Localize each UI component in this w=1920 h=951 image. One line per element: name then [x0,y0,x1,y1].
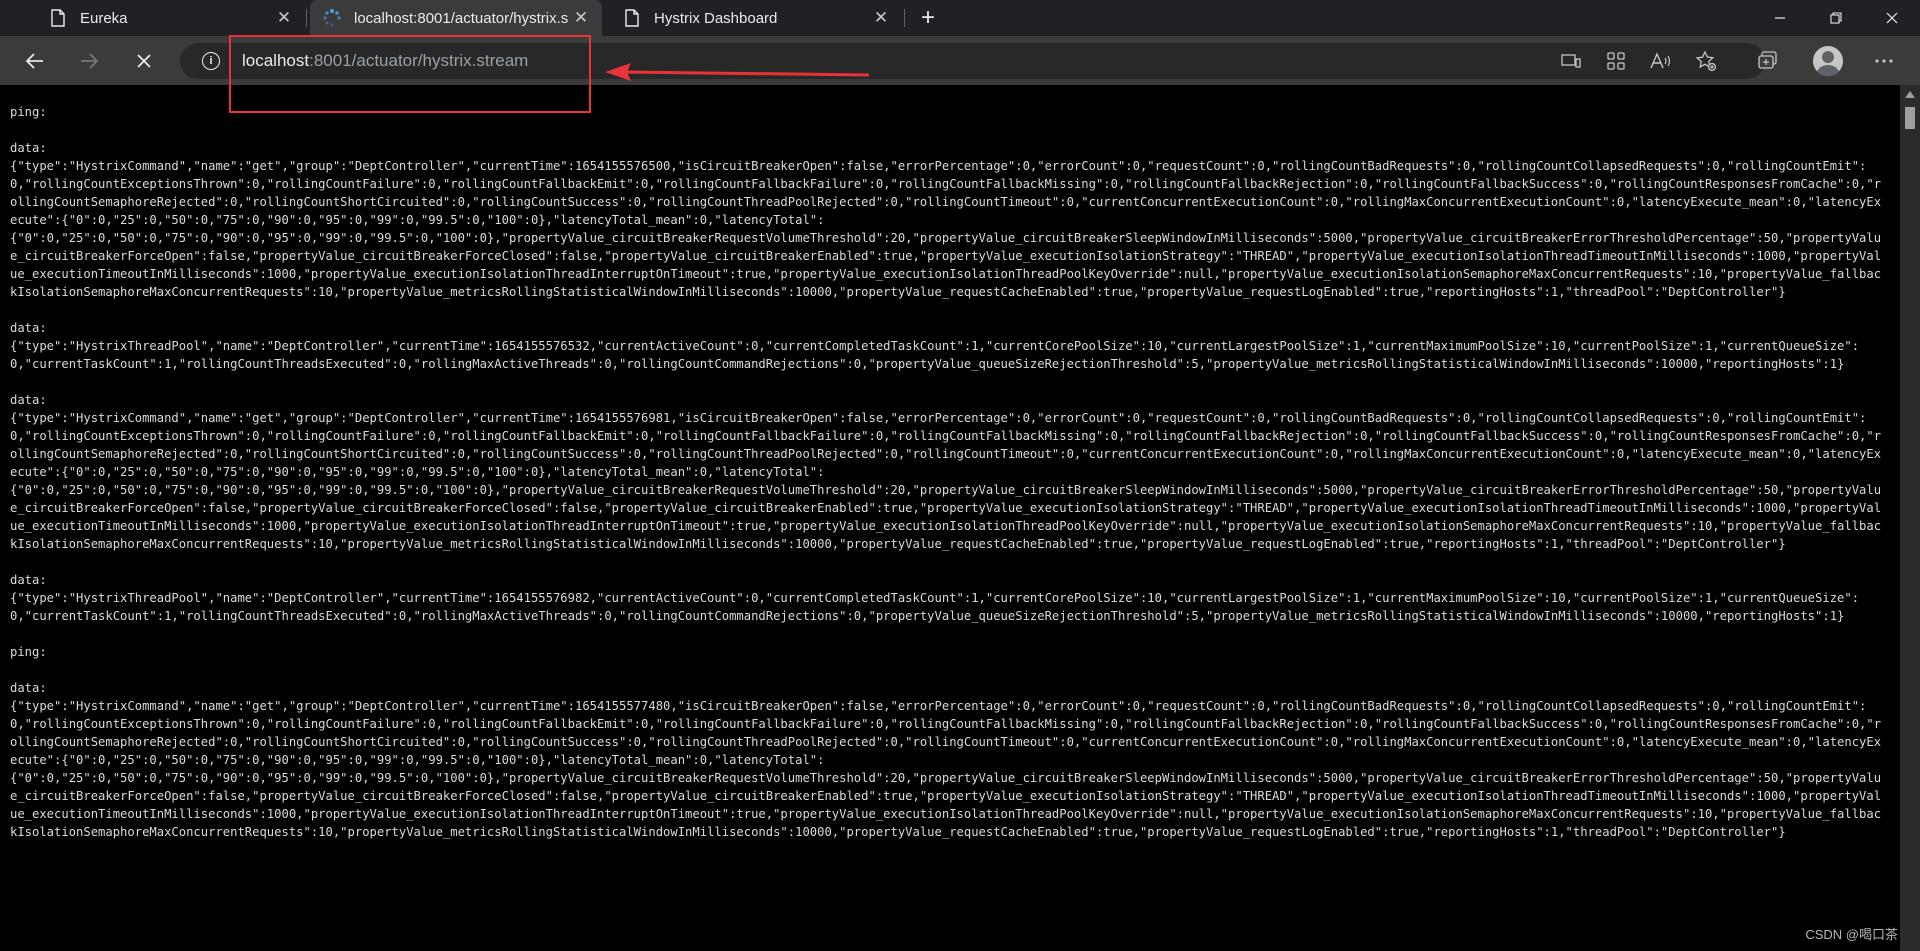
tab-separator [306,9,307,27]
page-icon [48,8,68,28]
read-aloud-icon[interactable] [1647,47,1675,75]
tab-title: Hystrix Dashboard [654,9,778,27]
forward-arrow-icon[interactable] [72,44,106,78]
close-window-icon[interactable] [1864,0,1920,36]
back-arrow-icon[interactable] [18,44,52,78]
tab-title: localhost:8001/actuator/hystrix.stream [354,9,568,27]
page-icon [622,8,642,28]
loading-spinner-icon [322,8,342,28]
annotation-arrow-icon [605,63,870,81]
tab-hystrix-stream[interactable]: localhost:8001/actuator/hystrix.stream ✕ [310,0,602,36]
scroll-up-icon[interactable] [1905,91,1915,98]
annotation-highlight-box [229,35,591,113]
tab-separator [904,9,905,27]
scrollbar-thumb[interactable] [1905,107,1915,129]
new-tab-button[interactable]: + [914,4,942,32]
minimize-icon[interactable] [1752,0,1808,36]
profile-avatar[interactable] [1813,46,1843,76]
close-tab-icon[interactable]: ✕ [868,5,894,31]
app-available-icon[interactable] [1557,47,1585,75]
tab-hystrix-dashboard[interactable]: Hystrix Dashboard ✕ [602,0,902,36]
tab-strip: Eureka ✕ localhost:8001/actuator/hystrix… [0,0,1920,36]
close-tab-icon[interactable]: ✕ [271,5,297,31]
hystrix-stream-output: ping: data: {"type":"HystrixCommand","na… [10,105,1882,839]
favorites-icon[interactable] [1692,47,1720,75]
close-tab-icon[interactable]: ✕ [568,5,594,31]
tab-title: Eureka [80,9,128,27]
tab-eureka[interactable]: Eureka ✕ [28,0,305,36]
stop-loading-icon[interactable] [127,44,161,78]
restore-icon[interactable] [1808,0,1864,36]
apps-grid-icon[interactable] [1602,47,1630,75]
watermark: CSDN @喝口茶 [1805,927,1898,942]
page-content: ping: data: {"type":"HystrixCommand","na… [0,85,1900,951]
collections-icon[interactable] [1754,47,1782,75]
vertical-scrollbar[interactable] [1900,85,1920,951]
more-menu-icon[interactable] [1870,47,1898,75]
info-icon[interactable]: i [202,52,220,70]
